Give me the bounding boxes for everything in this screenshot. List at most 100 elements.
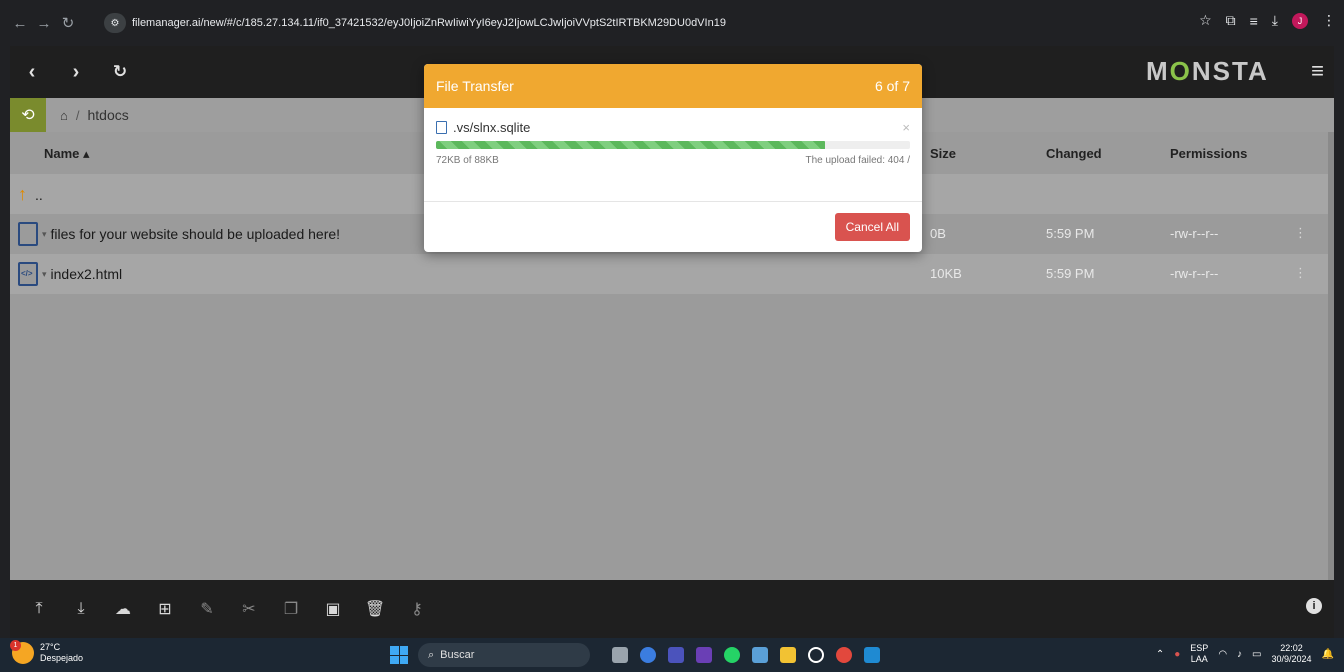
refresh-icon[interactable]: ↻ bbox=[98, 62, 142, 82]
notifications-bell-icon[interactable]: 🔔 bbox=[1322, 649, 1334, 660]
security-icon[interactable]: ● bbox=[1174, 649, 1180, 660]
home-icon[interactable]: ⌂ bbox=[60, 108, 68, 123]
weather-temp: 27°C bbox=[40, 642, 61, 652]
language-indicator[interactable]: ESP LAA bbox=[1190, 643, 1208, 665]
file-permissions: -rw-r--r-- bbox=[1170, 226, 1219, 241]
teams-icon[interactable] bbox=[668, 647, 684, 663]
bookmark-star-icon[interactable]: ☆ bbox=[1199, 12, 1212, 29]
upload-progress-fill bbox=[436, 141, 825, 149]
file-icon bbox=[436, 121, 447, 134]
browser-forward-icon[interactable]: → bbox=[32, 15, 56, 32]
cut-icon[interactable]: ✂ bbox=[228, 599, 270, 619]
dialog-title: File Transfer bbox=[436, 78, 514, 94]
battery-icon[interactable]: ▭ bbox=[1252, 649, 1261, 660]
copilot-icon[interactable] bbox=[640, 647, 656, 663]
row-dropdown-icon[interactable]: ▾ bbox=[42, 229, 47, 240]
delete-icon[interactable]: 🗑 bbox=[354, 599, 396, 619]
file-permissions: -rw-r--r-- bbox=[1170, 266, 1219, 281]
file-explorer-icon[interactable] bbox=[780, 647, 796, 663]
windows-start-icon[interactable] bbox=[390, 646, 408, 664]
breadcrumb-current[interactable]: htdocs bbox=[87, 107, 128, 123]
column-permissions[interactable]: Permissions bbox=[1170, 146, 1247, 161]
edit-icon[interactable]: ✎ bbox=[186, 599, 228, 619]
upload-progress-bar bbox=[436, 141, 910, 149]
column-changed[interactable]: Changed bbox=[1046, 146, 1102, 161]
chrome-icon[interactable] bbox=[836, 647, 852, 663]
file-changed: 5:59 PM bbox=[1046, 226, 1095, 241]
file-size: 10KB bbox=[930, 266, 962, 281]
transfer-counter: 6 of 7 bbox=[874, 78, 910, 94]
back-icon[interactable]: ‹ bbox=[10, 61, 54, 84]
clock[interactable]: 22:02 30/9/2024 bbox=[1272, 643, 1312, 665]
transfer-status: The upload failed: 404 / bbox=[805, 155, 910, 166]
breadcrumb-separator: / bbox=[75, 107, 80, 123]
html-file-icon bbox=[18, 262, 38, 286]
taskbar-search[interactable]: ⌕ Buscar bbox=[418, 643, 590, 667]
transfer-file-name: .vs/slnx.sqlite bbox=[453, 120, 531, 135]
browser-toolbar: ← → ↻ ⚙ filemanager.ai/new/#/c/185.27.13… bbox=[0, 0, 1344, 46]
app-icon[interactable] bbox=[696, 647, 712, 663]
copy-icon[interactable]: ❐ bbox=[270, 599, 312, 619]
logo-o: O bbox=[1169, 56, 1192, 86]
transfer-item: .vs/slnx.sqlite bbox=[436, 120, 910, 135]
weather-desc: Despejado bbox=[40, 653, 84, 663]
site-info-icon[interactable]: ⚙ bbox=[104, 13, 126, 33]
monsta-logo: MONSTA bbox=[1146, 56, 1269, 86]
weather-widget[interactable]: 1 27°C Despejado bbox=[10, 640, 84, 664]
cancel-all-button[interactable]: Cancel All bbox=[834, 213, 910, 241]
info-icon[interactable]: i bbox=[1306, 598, 1322, 614]
download-icon[interactable]: ⤓ bbox=[60, 600, 102, 618]
file-transfer-dialog: File Transfer 6 of 7 .vs/slnx.sqlite × 7… bbox=[424, 64, 922, 252]
wifi-icon[interactable]: ◠ bbox=[1218, 649, 1227, 660]
photos-icon[interactable] bbox=[752, 647, 768, 663]
column-size[interactable]: Size bbox=[930, 146, 956, 161]
file-size: 0B bbox=[930, 226, 946, 241]
address-bar[interactable]: ⚙ filemanager.ai/new/#/c/185.27.134.11/i… bbox=[104, 11, 1104, 35]
tray-chevron-icon[interactable]: ⌃ bbox=[1156, 649, 1164, 660]
profile-avatar[interactable]: J bbox=[1292, 12, 1308, 29]
browser-reload-icon[interactable]: ↻ bbox=[56, 14, 80, 32]
column-name[interactable]: Name ▴ bbox=[44, 146, 90, 162]
dialog-footer: Cancel All bbox=[424, 202, 922, 252]
media-player-icon[interactable] bbox=[808, 647, 824, 663]
task-view-icon[interactable] bbox=[612, 647, 628, 663]
browser-menu-icon[interactable]: ⋮ bbox=[1322, 12, 1336, 29]
browser-back-icon[interactable]: ← bbox=[8, 15, 32, 32]
paste-icon[interactable]: ▣ bbox=[312, 599, 354, 619]
forward-icon[interactable]: › bbox=[54, 61, 98, 84]
sun-icon: 1 bbox=[10, 640, 34, 664]
new-item-icon[interactable]: ⊞ bbox=[144, 599, 186, 619]
whatsapp-icon[interactable] bbox=[724, 647, 740, 663]
file-list-scrollbar[interactable] bbox=[1328, 132, 1334, 580]
reading-list-icon[interactable]: ≡ bbox=[1250, 13, 1258, 29]
upload-icon[interactable]: ⤒ bbox=[18, 600, 60, 618]
row-dropdown-icon[interactable]: ▾ bbox=[42, 269, 47, 280]
permissions-key-icon[interactable]: ⚷ bbox=[396, 599, 438, 619]
table-row[interactable]: ▾ index2.html 10KB 5:59 PM -rw-r--r-- ⋮ bbox=[10, 254, 1328, 294]
search-icon: ⌕ bbox=[428, 648, 435, 661]
extensions-icon[interactable]: ⧉ bbox=[1226, 12, 1236, 29]
downloads-icon[interactable]: ⤓ bbox=[1272, 12, 1278, 29]
file-icon bbox=[18, 222, 38, 246]
search-placeholder: Buscar bbox=[440, 649, 475, 661]
url-text: filemanager.ai/new/#/c/185.27.134.11/if0… bbox=[132, 17, 726, 29]
file-name[interactable]: index2.html bbox=[51, 266, 123, 282]
transfer-amount: 72KB of 88KB bbox=[436, 155, 499, 166]
action-toolbar: ⤒ ⤓ ☁ ⊞ ✎ ✂ ❐ ▣ 🗑 ⚷ i bbox=[10, 580, 1334, 638]
dialog-body: .vs/slnx.sqlite × 72KB of 88KB The uploa… bbox=[424, 108, 922, 202]
row-actions-icon[interactable]: ⋮ bbox=[1294, 225, 1307, 241]
volume-icon[interactable]: ♪ bbox=[1237, 649, 1242, 660]
cloud-upload-icon[interactable]: ☁ bbox=[102, 599, 144, 619]
system-tray: ⌃ ● ESP LAA ◠ ♪ ▭ 22:02 30/9/2024 🔔 bbox=[1156, 643, 1334, 665]
windows-taskbar: 1 27°C Despejado ⌕ Buscar ⌃ ● ESP LAA ◠ … bbox=[0, 638, 1344, 672]
file-changed: 5:59 PM bbox=[1046, 266, 1095, 281]
close-icon[interactable]: × bbox=[902, 120, 910, 135]
dialog-header: File Transfer 6 of 7 bbox=[424, 64, 922, 108]
notification-badge: 1 bbox=[10, 640, 21, 651]
vscode-icon[interactable] bbox=[864, 647, 880, 663]
row-actions-icon[interactable]: ⋮ bbox=[1294, 265, 1307, 281]
hamburger-menu-icon[interactable]: ≡ bbox=[1311, 58, 1324, 84]
up-folder-icon: ↑ bbox=[18, 184, 27, 204]
history-icon[interactable]: ⟲ bbox=[10, 98, 46, 132]
file-name[interactable]: files for your website should be uploade… bbox=[51, 226, 341, 242]
